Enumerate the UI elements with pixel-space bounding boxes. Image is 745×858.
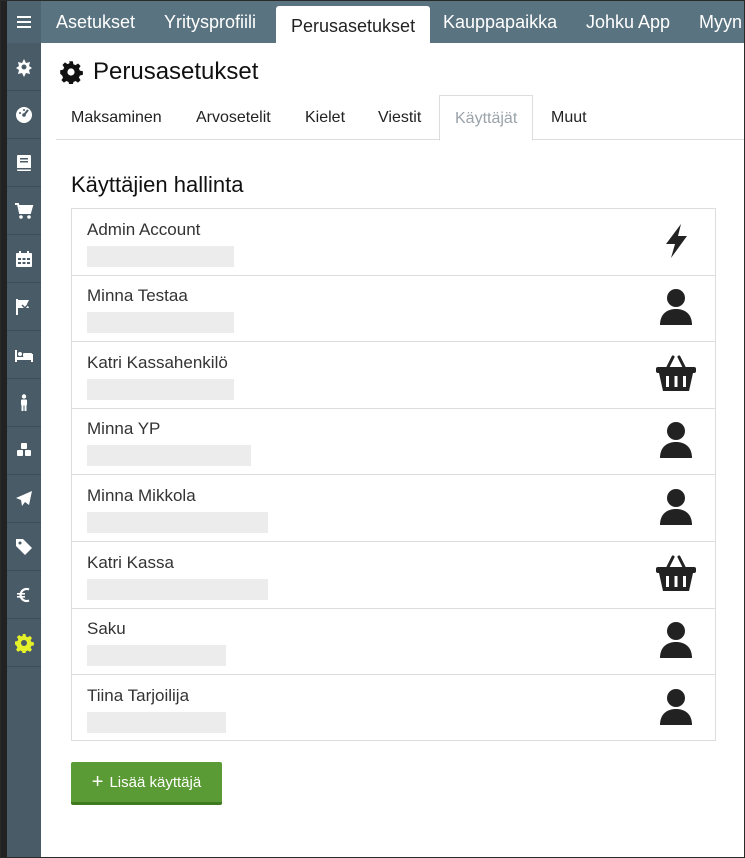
- sidebar-item-calendar[interactable]: [7, 236, 41, 283]
- page-title-text: Perusasetukset: [93, 58, 259, 85]
- user-name: Minna YP: [87, 419, 161, 438]
- sidebar: [1, 1, 41, 857]
- user-name: Saku: [87, 619, 126, 638]
- tab-arvosetelit[interactable]: Arvosetelit: [196, 95, 271, 140]
- sidebar-item-person[interactable]: [7, 380, 41, 427]
- top-tab-johku-app[interactable]: Johku App: [586, 1, 670, 43]
- sidebar-item-cart[interactable]: [7, 188, 41, 235]
- add-user-button[interactable]: + Lisää käyttäjä: [71, 762, 222, 805]
- sidebar-item-settings[interactable]: [7, 620, 41, 667]
- user-row[interactable]: Admin Account: [72, 209, 715, 276]
- top-tab-bar: Asetukset Yritysprofiili Perusasetukset …: [41, 1, 744, 43]
- user-detail-placeholder: [87, 445, 251, 466]
- user-detail-placeholder: [87, 246, 234, 267]
- person-icon: [21, 394, 27, 411]
- user-list: Admin Account Minna Testaa Katri Kassahe…: [71, 208, 716, 741]
- tab-viestit[interactable]: Viestit: [378, 95, 421, 140]
- user-detail-placeholder: [87, 379, 234, 400]
- user-row[interactable]: Minna Testaa: [72, 275, 715, 342]
- page-title: Perusasetukset: [59, 57, 258, 87]
- cubes-icon: [17, 443, 31, 456]
- calendar-icon: [16, 251, 32, 267]
- menu-toggle-button[interactable]: [7, 1, 41, 43]
- sidebar-item-dashboard[interactable]: [7, 92, 41, 139]
- tab-kielet[interactable]: Kielet: [305, 95, 345, 140]
- euro-icon: [17, 587, 30, 603]
- user-name: Minna Mikkola: [87, 486, 196, 505]
- tab-kayttajat[interactable]: Käyttäjät: [439, 95, 534, 141]
- gear-icon: [60, 61, 83, 84]
- user-row[interactable]: Tiina Tarjoilija: [72, 675, 715, 742]
- basket-icon: [654, 552, 698, 596]
- user-name: Minna Testaa: [87, 286, 188, 305]
- user-icon: [654, 485, 698, 529]
- user-detail-placeholder: [87, 712, 226, 733]
- user-row[interactable]: Minna Mikkola: [72, 475, 715, 542]
- user-detail-placeholder: [87, 579, 268, 600]
- user-name: Katri Kassahenkilö: [87, 353, 228, 372]
- user-detail-placeholder: [87, 312, 234, 333]
- top-tab-perusasetukset[interactable]: Perusasetukset: [276, 6, 431, 43]
- paper-plane-icon: [16, 491, 32, 506]
- user-row[interactable]: Minna YP: [72, 408, 715, 475]
- user-row[interactable]: Katri Kassahenkilö: [72, 342, 715, 409]
- user-row[interactable]: Saku: [72, 608, 715, 675]
- user-icon: [654, 685, 698, 729]
- user-name: Katri Kassa: [87, 553, 174, 572]
- section-title: Käyttäjien hallinta: [71, 172, 244, 197]
- top-tab-kauppapaikka[interactable]: Kauppapaikka: [443, 1, 557, 43]
- plus-icon: +: [91, 771, 104, 793]
- tag-icon: [16, 539, 32, 555]
- bolt-icon: [654, 219, 698, 263]
- sidebar-item-cubes[interactable]: [7, 428, 41, 475]
- user-name: Tiina Tarjoilija: [87, 686, 190, 705]
- app-window: Asetukset Yritysprofiili Perusasetukset …: [0, 0, 745, 858]
- user-row[interactable]: Katri Kassa: [72, 542, 715, 609]
- user-detail-placeholder: [87, 645, 226, 666]
- sidebar-item-euro[interactable]: [7, 572, 41, 619]
- main-content: Perusasetukset Maksaminen Arvosetelit Ki…: [41, 43, 744, 857]
- top-tab-asetukset[interactable]: Asetukset: [56, 1, 135, 43]
- settings-star-icon: [16, 59, 32, 77]
- cart-icon: [15, 203, 34, 219]
- settings-subtabs: Maksaminen Arvosetelit Kielet Viestit Kä…: [56, 95, 744, 141]
- hamburger-icon: [17, 16, 31, 28]
- sidebar-item-book[interactable]: [7, 140, 41, 187]
- top-tab-myyn[interactable]: Myyn: [699, 1, 742, 43]
- user-icon: [654, 285, 698, 329]
- book-icon: [17, 155, 31, 171]
- user-icon: [654, 418, 698, 462]
- sidebar-item-settings-star[interactable]: [7, 44, 41, 91]
- user-icon: [654, 618, 698, 662]
- sidebar-item-tag[interactable]: [7, 524, 41, 571]
- flag-icon: [16, 299, 31, 315]
- gear-icon: [15, 634, 34, 653]
- bed-icon: [15, 350, 33, 362]
- dashboard-icon: [16, 107, 32, 123]
- sidebar-item-flag[interactable]: [7, 284, 41, 331]
- tab-muut[interactable]: Muut: [551, 95, 587, 140]
- tab-maksaminen[interactable]: Maksaminen: [71, 95, 162, 140]
- sidebar-item-bed[interactable]: [7, 332, 41, 379]
- sidebar-item-paper-plane[interactable]: [7, 476, 41, 523]
- top-tab-yritysprofiili[interactable]: Yritysprofiili: [164, 1, 256, 43]
- add-user-button-label: Lisää käyttäjä: [109, 773, 202, 791]
- basket-icon: [654, 352, 698, 396]
- user-name: Admin Account: [87, 220, 201, 239]
- user-detail-placeholder: [87, 512, 268, 533]
